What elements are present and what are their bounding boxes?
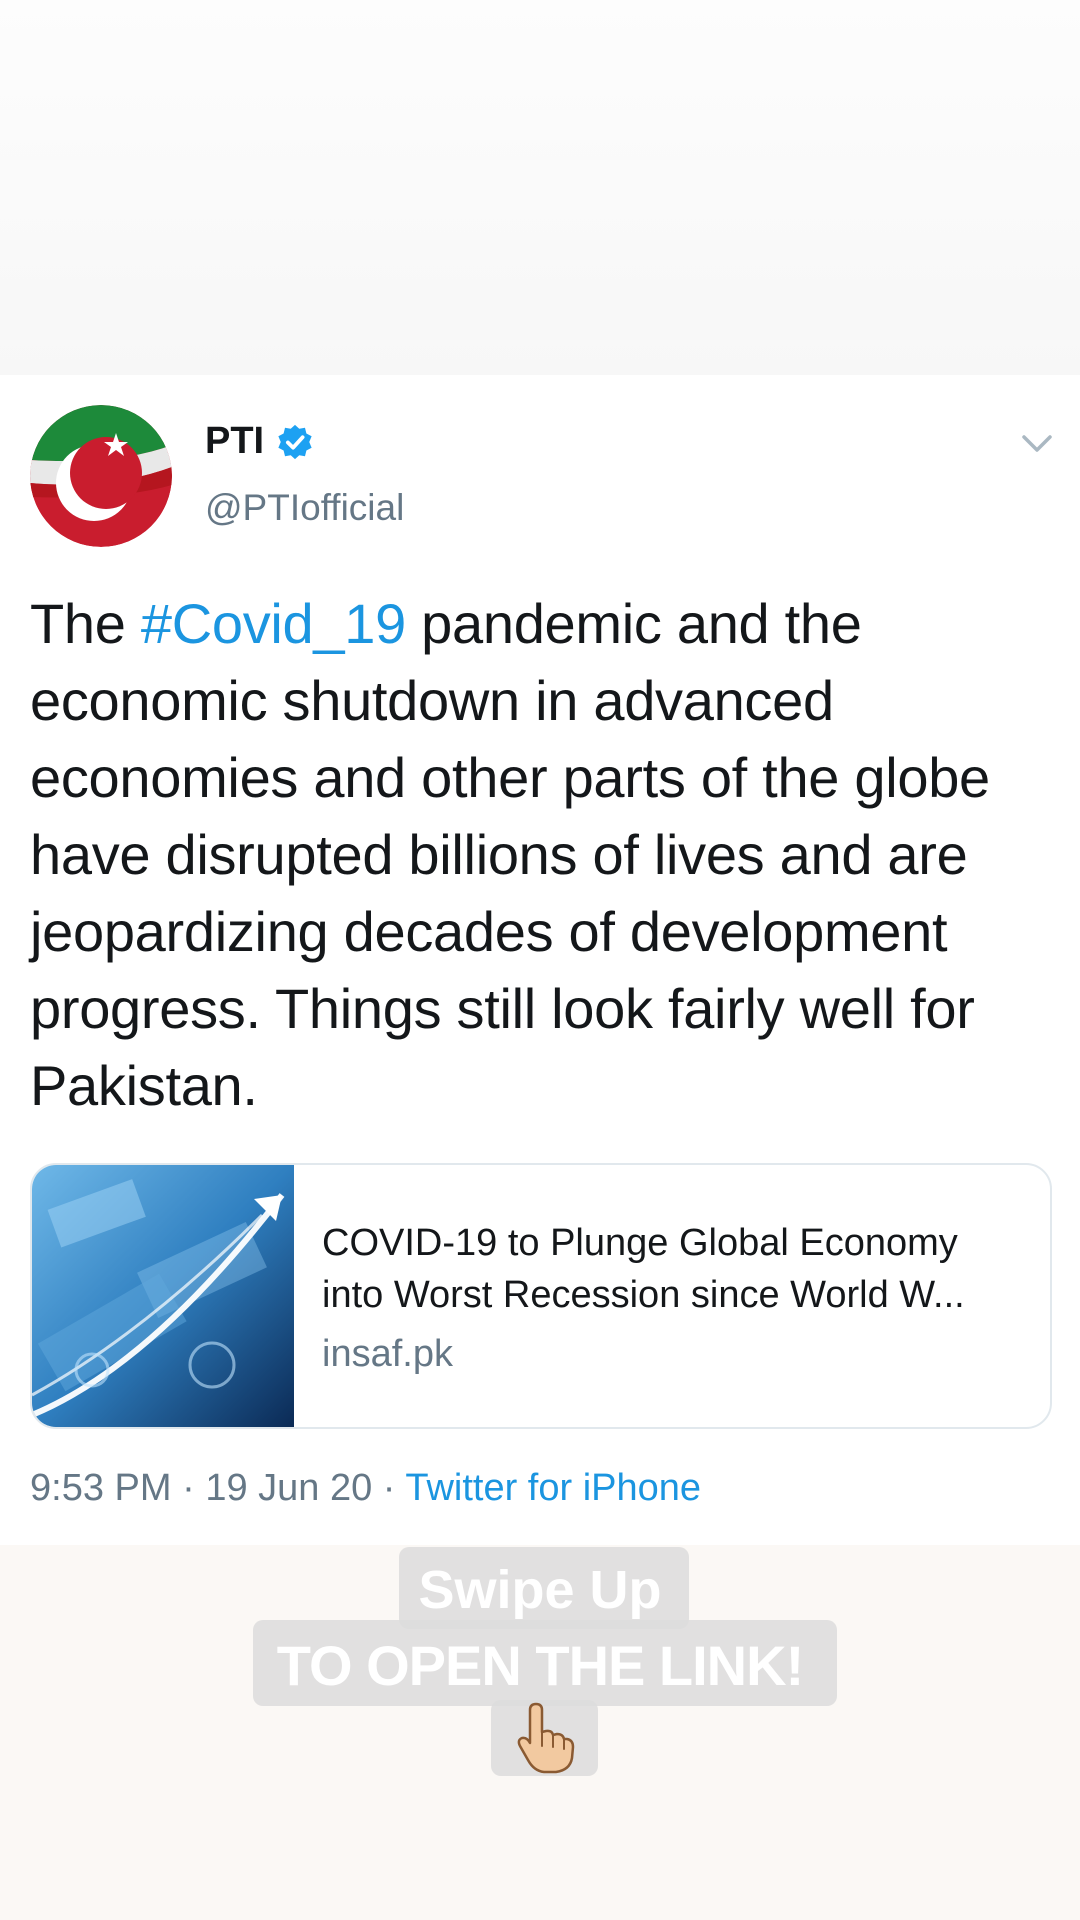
- meta-separator: ·: [372, 1467, 406, 1509]
- open-link-text[interactable]: TO OPEN THE LINK!: [0, 1633, 1080, 1698]
- tweet-text: The #Covid_19 pandemic and the economic …: [30, 585, 1050, 1124]
- swipe-up-text[interactable]: Swipe Up: [0, 1559, 1080, 1621]
- author-handle[interactable]: @PTIofficial: [205, 487, 404, 529]
- tweet-metadata: 9:53 PM · 19 Jun 20 · Twitter for iPhone: [30, 1467, 701, 1510]
- card-domain: insaf.pk: [322, 1333, 453, 1375]
- meta-separator: ·: [171, 1467, 206, 1509]
- tweet-text-part: pandemic and the economic shutdown in ad…: [30, 592, 990, 1117]
- pti-flag-logo: [30, 405, 172, 547]
- pointing-hand-icon: [517, 1702, 575, 1774]
- avatar[interactable]: [30, 405, 172, 547]
- tweet-source-link[interactable]: Twitter for iPhone: [405, 1467, 701, 1509]
- hashtag-link[interactable]: #Covid_19: [141, 592, 406, 655]
- tweet-time[interactable]: 9:53 PM: [30, 1467, 172, 1509]
- verified-badge-icon: [278, 424, 312, 459]
- chevron-down-icon[interactable]: [1020, 432, 1054, 456]
- card-title[interactable]: COVID-19 to Plunge Global Economy into W…: [322, 1217, 1022, 1321]
- card-thumbnail-image: [32, 1165, 294, 1427]
- story-background-top: [0, 0, 1080, 375]
- tweet-date[interactable]: 19 Jun 20: [205, 1467, 372, 1509]
- tweet-text-part: The: [30, 592, 141, 655]
- link-preview-card[interactable]: COVID-19 to Plunge Global Economy into W…: [30, 1163, 1052, 1429]
- author-name[interactable]: PTI: [205, 420, 264, 463]
- tweet-card[interactable]: PTI @PTIofficial The #Covid_19 pandemic …: [0, 375, 1080, 1545]
